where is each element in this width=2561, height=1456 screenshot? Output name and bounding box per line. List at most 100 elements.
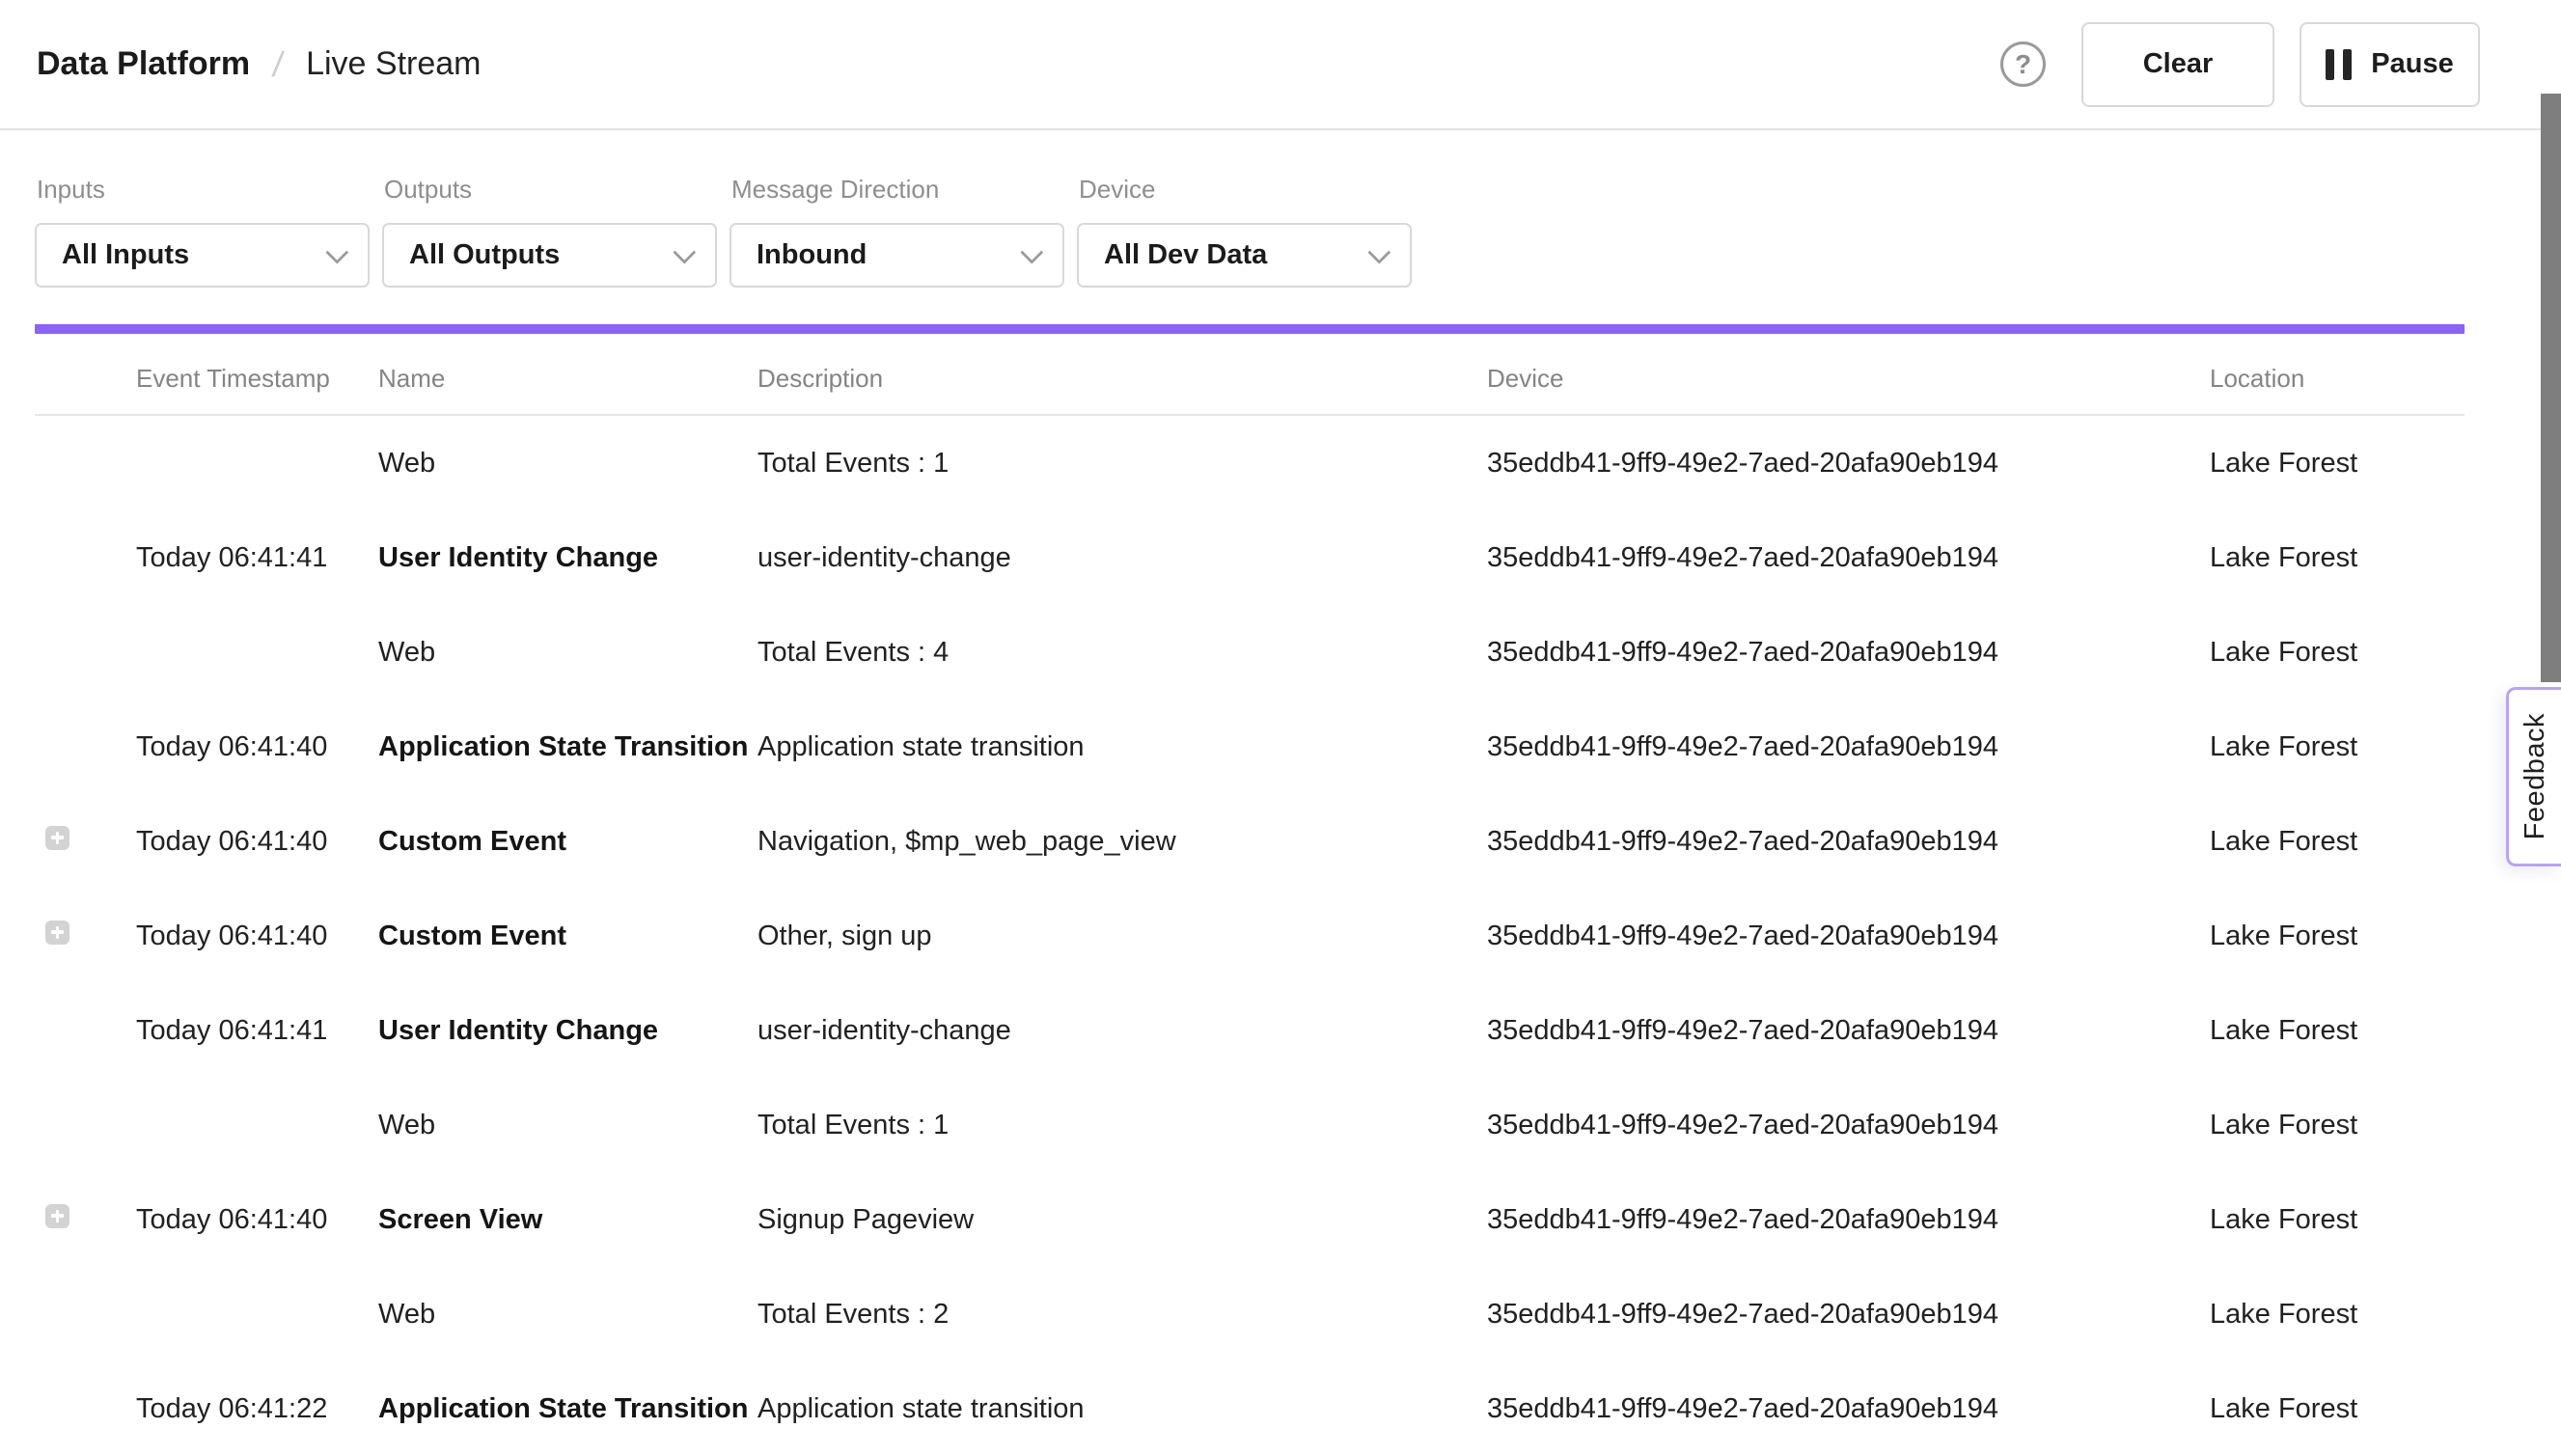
cell-name: Custom Event — [378, 920, 757, 952]
column-header-name: Name — [378, 364, 757, 394]
cell-description: user-identity-change — [757, 542, 1487, 574]
table-row[interactable]: Web Total Events : 1 35eddb41-9ff9-49e2-… — [35, 416, 2465, 510]
message-direction-filter-select[interactable]: Inbound — [730, 223, 1064, 288]
table-row[interactable]: Today 06:41:40 Screen View Signup Pagevi… — [35, 1172, 2465, 1267]
cell-location: Lake Forest — [2210, 1015, 2465, 1047]
feedback-tab[interactable]: Feedback — [2506, 687, 2561, 866]
clear-button[interactable]: Clear — [2081, 22, 2274, 107]
column-header-description: Description — [757, 364, 1487, 394]
cell-name: Custom Event — [378, 826, 757, 858]
cell-device: 35eddb41-9ff9-49e2-7aed-20afa90eb194 — [1487, 1015, 2210, 1047]
column-header-location: Location — [2210, 364, 2465, 394]
cell-description: Total Events : 1 — [757, 1110, 1487, 1141]
expand-plus-icon[interactable] — [45, 826, 69, 850]
cell-name: Web — [378, 637, 757, 669]
filter-bar: Inputs All Inputs Outputs All Outputs Me… — [0, 130, 2561, 288]
cell-device: 35eddb41-9ff9-49e2-7aed-20afa90eb194 — [1487, 1110, 2210, 1141]
cell-event-timestamp: Today 06:41:41 — [136, 542, 378, 574]
table-row[interactable]: Today 06:41:40 Custom Event Navigation, … — [35, 794, 2465, 889]
cell-event-timestamp: Today 06:41:40 — [136, 1204, 378, 1236]
table-row[interactable]: Today 06:41:22 Application State Transit… — [35, 1361, 2465, 1456]
cell-description: Application state transition — [757, 731, 1487, 763]
cell-location: Lake Forest — [2210, 826, 2465, 858]
expand-plus-icon[interactable] — [45, 1204, 69, 1228]
cell-event-timestamp: Today 06:41:22 — [136, 1393, 378, 1425]
chevron-down-icon — [325, 241, 348, 264]
inputs-filter-label: Inputs — [35, 175, 370, 205]
expand-cell — [35, 1015, 136, 1047]
device-filter-select[interactable]: All Dev Data — [1077, 223, 1412, 288]
cell-name: Web — [378, 1110, 757, 1141]
cell-location: Lake Forest — [2210, 1110, 2465, 1141]
outputs-filter-label: Outputs — [382, 175, 717, 205]
cell-location: Lake Forest — [2210, 1393, 2465, 1425]
chevron-down-icon — [1367, 241, 1391, 264]
cell-device: 35eddb41-9ff9-49e2-7aed-20afa90eb194 — [1487, 920, 2210, 952]
expand-cell — [35, 1299, 136, 1331]
table-row[interactable]: Today 06:41:41 User Identity Change user… — [35, 510, 2465, 605]
filter-group-device: Device All Dev Data — [1077, 175, 1412, 288]
cell-device: 35eddb41-9ff9-49e2-7aed-20afa90eb194 — [1487, 1393, 2210, 1425]
cell-location: Lake Forest — [2210, 1299, 2465, 1331]
inputs-filter-select[interactable]: All Inputs — [35, 223, 370, 288]
table-row[interactable]: Web Total Events : 4 35eddb41-9ff9-49e2-… — [35, 605, 2465, 700]
pause-button-label: Pause — [2371, 48, 2453, 80]
cell-name: Application State Transition — [378, 731, 757, 763]
column-header-device: Device — [1487, 364, 2210, 394]
pause-button[interactable]: Pause — [2299, 22, 2480, 107]
expand-cell — [35, 1204, 136, 1236]
event-table: Event Timestamp Name Description Device … — [35, 334, 2465, 1456]
cell-description: Other, sign up — [757, 920, 1487, 952]
breadcrumb-separator: / — [270, 44, 286, 85]
cell-device: 35eddb41-9ff9-49e2-7aed-20afa90eb194 — [1487, 1299, 2210, 1331]
cell-device: 35eddb41-9ff9-49e2-7aed-20afa90eb194 — [1487, 826, 2210, 858]
feedback-tab-label: Feedback — [2520, 713, 2551, 839]
cell-location: Lake Forest — [2210, 542, 2465, 574]
cell-description: Navigation, $mp_web_page_view — [757, 826, 1487, 858]
outputs-filter-select[interactable]: All Outputs — [382, 223, 717, 288]
cell-event-timestamp: Today 06:41:40 — [136, 920, 378, 952]
expand-cell — [35, 448, 136, 480]
filter-group-outputs: Outputs All Outputs — [382, 175, 717, 288]
help-icon[interactable]: ? — [2000, 41, 2046, 87]
cell-name: User Identity Change — [378, 1015, 757, 1047]
table-row[interactable]: Today 06:41:41 User Identity Change user… — [35, 983, 2465, 1078]
cell-name: Application State Transition — [378, 1393, 757, 1425]
event-table-header: Event Timestamp Name Description Device … — [35, 334, 2465, 416]
live-stream-progress-bar — [35, 324, 2465, 334]
inputs-filter-value: All Inputs — [62, 239, 189, 271]
chevron-down-icon — [1020, 241, 1043, 264]
message-direction-filter-value: Inbound — [757, 239, 867, 271]
expand-cell — [35, 1110, 136, 1141]
device-filter-label: Device — [1077, 175, 1412, 205]
cell-description: Total Events : 2 — [757, 1299, 1487, 1331]
cell-event-timestamp: Today 06:41:41 — [136, 1015, 378, 1047]
cell-description: Total Events : 1 — [757, 448, 1487, 480]
column-header-event-timestamp: Event Timestamp — [136, 364, 378, 394]
chevron-down-icon — [673, 241, 696, 264]
cell-description: user-identity-change — [757, 1015, 1487, 1047]
expand-cell — [35, 1393, 136, 1425]
cell-event-timestamp: Today 06:41:40 — [136, 731, 378, 763]
table-row[interactable]: Web Total Events : 1 35eddb41-9ff9-49e2-… — [35, 1078, 2465, 1172]
breadcrumb-data-platform[interactable]: Data Platform — [37, 45, 250, 83]
table-row[interactable]: Web Total Events : 2 35eddb41-9ff9-49e2-… — [35, 1267, 2465, 1361]
cell-location: Lake Forest — [2210, 448, 2465, 480]
vertical-scrollbar[interactable] — [2541, 94, 2561, 682]
cell-description: Application state transition — [757, 1393, 1487, 1425]
table-row[interactable]: Today 06:41:40 Custom Event Other, sign … — [35, 889, 2465, 983]
table-row[interactable]: Today 06:41:40 Application State Transit… — [35, 700, 2465, 794]
expand-plus-icon[interactable] — [45, 920, 69, 945]
filter-group-inputs: Inputs All Inputs — [35, 175, 370, 288]
pause-icon — [2326, 49, 2352, 80]
breadcrumb: Data Platform / Live Stream — [37, 44, 481, 85]
cell-device: 35eddb41-9ff9-49e2-7aed-20afa90eb194 — [1487, 637, 2210, 669]
cell-event-timestamp: Today 06:41:40 — [136, 826, 378, 858]
cell-name: Web — [378, 1299, 757, 1331]
cell-device: 35eddb41-9ff9-49e2-7aed-20afa90eb194 — [1487, 542, 2210, 574]
expand-cell — [35, 542, 136, 574]
cell-description: Signup Pageview — [757, 1204, 1487, 1236]
cell-device: 35eddb41-9ff9-49e2-7aed-20afa90eb194 — [1487, 448, 2210, 480]
cell-device: 35eddb41-9ff9-49e2-7aed-20afa90eb194 — [1487, 731, 2210, 763]
cell-device: 35eddb41-9ff9-49e2-7aed-20afa90eb194 — [1487, 1204, 2210, 1236]
